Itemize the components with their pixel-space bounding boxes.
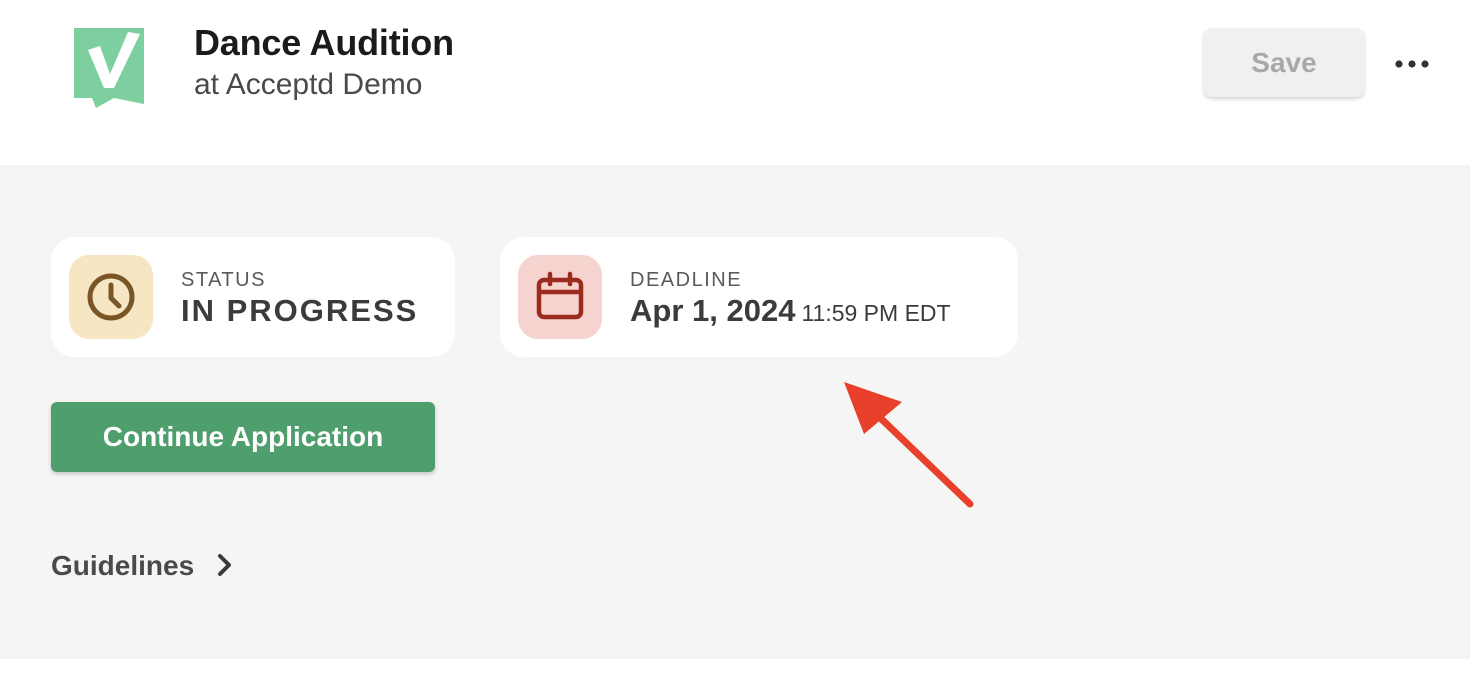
deadline-label: DEADLINE: [630, 269, 743, 291]
organization-subtitle: at Acceptd Demo: [194, 68, 423, 101]
guidelines-link[interactable]: Guidelines: [51, 548, 232, 584]
title-block: Dance Audition at Acceptd Demo: [194, 22, 454, 106]
deadline-value: Apr 1, 2024 11:59 PM EDT: [630, 293, 951, 331]
annotation-arrow-icon: [844, 382, 974, 508]
continue-application-button[interactable]: Continue Application: [51, 402, 435, 472]
deadline-date: Apr 1, 2024: [630, 293, 796, 328]
calendar-icon: [518, 255, 602, 339]
deadline-time: 11:59 PM EDT: [801, 300, 951, 326]
status-value: IN PROGRESS: [181, 293, 419, 328]
deadline-card: DEADLINE Apr 1, 2024 11:59 PM EDT: [500, 237, 1018, 357]
status-card: STATUS IN PROGRESS: [51, 237, 455, 357]
guidelines-label: Guidelines: [51, 550, 195, 581]
status-label: STATUS: [181, 269, 266, 291]
status-text: STATUS IN PROGRESS: [181, 269, 418, 329]
acceptd-logo-icon: [70, 24, 148, 108]
save-button[interactable]: Save: [1204, 28, 1364, 97]
app-header: Dance Audition at Acceptd Demo Save: [0, 0, 1470, 165]
page-title: Dance Audition: [194, 22, 454, 63]
more-options-icon[interactable]: [1390, 46, 1434, 82]
main-content: STATUS IN PROGRESS DEADLINE Apr 1, 2024 1…: [0, 165, 1470, 659]
deadline-text: DEADLINE Apr 1, 2024 11:59 PM EDT: [630, 269, 951, 331]
clock-icon: [69, 255, 153, 339]
chevron-right-icon: [216, 552, 232, 584]
